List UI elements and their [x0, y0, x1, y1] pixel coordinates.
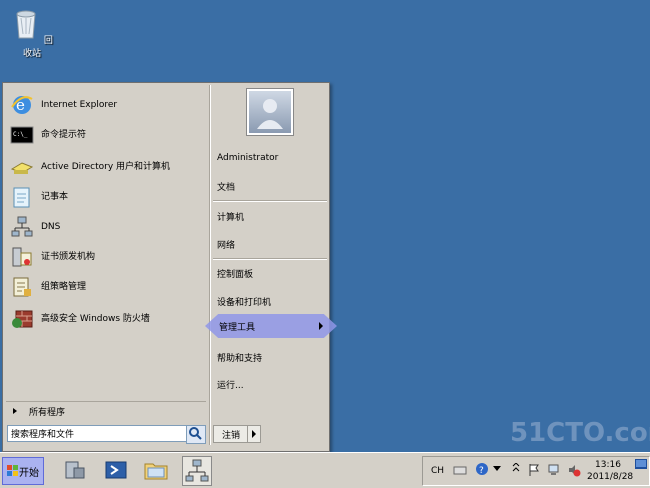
admin-tools-label: 管理工具: [219, 323, 256, 333]
start-menu: e Internet Explorer C:\_ 命令提示符 Active Di…: [2, 82, 337, 452]
program-notepad[interactable]: 记事本: [10, 184, 204, 210]
show-hidden-icons-icon[interactable]: [511, 463, 521, 477]
clock-time[interactable]: 13:16: [595, 460, 621, 470]
windows-logo-icon: [7, 465, 18, 476]
search-button[interactable]: [186, 425, 206, 444]
arrow-right-icon: [319, 322, 323, 330]
server-manager-icon[interactable]: [60, 456, 88, 484]
logoff-label: 注销: [221, 430, 240, 441]
menu-item-devices-printers[interactable]: 设备和打印机: [217, 295, 325, 308]
chevron-down-icon[interactable]: [493, 466, 501, 472]
action-center-flag-icon[interactable]: [527, 463, 541, 477]
dns-taskbar-icon[interactable]: [182, 456, 212, 486]
pane-divider: [209, 85, 211, 445]
powershell-icon[interactable]: [102, 456, 130, 484]
program-label: 高级安全 Windows 防火墙: [41, 313, 150, 324]
menu-item-help-support[interactable]: 帮助和支持: [217, 351, 325, 364]
help-icon[interactable]: ?: [475, 462, 489, 476]
all-programs[interactable]: 所有程序: [6, 401, 206, 420]
explorer-folder-icon[interactable]: [142, 456, 170, 484]
logoff-button[interactable]: 注销: [213, 425, 249, 443]
run-label: 运行...: [217, 381, 244, 391]
menu-item-administrator[interactable]: Administrator: [217, 153, 325, 163]
watermark-logo: 51CTO.com: [510, 418, 650, 448]
command-prompt-icon: C:\_: [10, 126, 34, 144]
program-certificate-authority[interactable]: 证书颁发机构: [10, 244, 204, 270]
recycle-bin-icon: [16, 10, 36, 39]
certificate-authority-icon: [12, 247, 32, 267]
menu-item-admin-tools[interactable]: 管理工具: [205, 314, 337, 338]
user-name-label: Administrator: [217, 153, 279, 163]
clock-date[interactable]: 2011/8/28: [587, 472, 633, 482]
taskbar: 开始 CH ? 13:16 2011/8/28: [0, 452, 650, 488]
show-desktop-icon[interactable]: [635, 459, 647, 469]
menu-item-control-panel[interactable]: 控制面板: [217, 267, 325, 280]
network-icon[interactable]: [547, 463, 561, 477]
dns-icon: [11, 216, 33, 237]
language-indicator[interactable]: CH: [431, 466, 444, 476]
volume-muted-icon[interactable]: [567, 463, 581, 477]
menu-item-network[interactable]: 网络: [217, 238, 325, 251]
shutdown-options-button[interactable]: [247, 425, 261, 443]
program-internet-explorer[interactable]: e Internet Explorer: [10, 92, 204, 118]
help-support-label: 帮助和支持: [217, 354, 263, 364]
notepad-icon: [13, 187, 30, 208]
search-input[interactable]: 搜索程序和文件: [7, 425, 187, 442]
program-label: 命令提示符: [41, 129, 87, 140]
svg-text:?: ?: [479, 466, 484, 476]
system-tray: CH ? 13:16 2011/8/28: [422, 456, 650, 486]
program-label: Internet Explorer: [41, 99, 118, 110]
recycle-bin[interactable]: 回收站: [10, 6, 54, 59]
search-icon: [189, 427, 202, 440]
all-programs-label: 所有程序: [29, 407, 66, 418]
program-label: 证书颁发机构: [41, 251, 96, 262]
program-label: 组策略管理: [41, 281, 87, 292]
user-picture[interactable]: [247, 89, 293, 135]
pinned-programs: e Internet Explorer C:\_ 命令提示符 Active Di…: [6, 86, 206, 416]
separator: [213, 200, 327, 202]
program-label: DNS: [41, 221, 61, 232]
keyboard-icon[interactable]: [453, 463, 467, 477]
menu-item-documents[interactable]: 文档: [217, 180, 325, 193]
devices-printers-label: 设备和打印机: [217, 298, 272, 308]
program-firewall[interactable]: 高级安全 Windows 防火墙: [10, 306, 204, 332]
group-policy-icon: [13, 277, 31, 297]
arrow-right-icon: [252, 430, 256, 438]
start-button[interactable]: 开始: [2, 457, 44, 485]
program-label: 记事本: [41, 191, 69, 202]
menu-item-run[interactable]: 运行...: [217, 378, 325, 391]
svg-text:C:\_: C:\_: [13, 131, 28, 138]
program-active-directory[interactable]: Active Directory 用户和计算机: [10, 152, 204, 182]
documents-label: 文档: [217, 183, 236, 193]
arrow-right-icon: [13, 408, 17, 414]
network-label: 网络: [217, 241, 236, 251]
program-dns[interactable]: DNS: [10, 214, 204, 240]
computer-label: 计算机: [217, 213, 245, 223]
internet-explorer-icon: e: [11, 96, 33, 114]
program-group-policy[interactable]: 组策略管理: [10, 274, 204, 300]
active-directory-icon: [10, 162, 34, 174]
firewall-icon: [12, 310, 33, 328]
control-panel-label: 控制面板: [217, 270, 254, 280]
program-command-prompt[interactable]: C:\_ 命令提示符: [10, 122, 204, 148]
menu-item-computer[interactable]: 计算机: [217, 210, 325, 223]
search-placeholder: 搜索程序和文件: [11, 430, 75, 440]
separator: [213, 258, 327, 260]
user-avatar-icon: [257, 99, 283, 129]
program-label: Active Directory 用户和计算机: [41, 161, 171, 172]
start-label: 开始: [19, 467, 39, 479]
